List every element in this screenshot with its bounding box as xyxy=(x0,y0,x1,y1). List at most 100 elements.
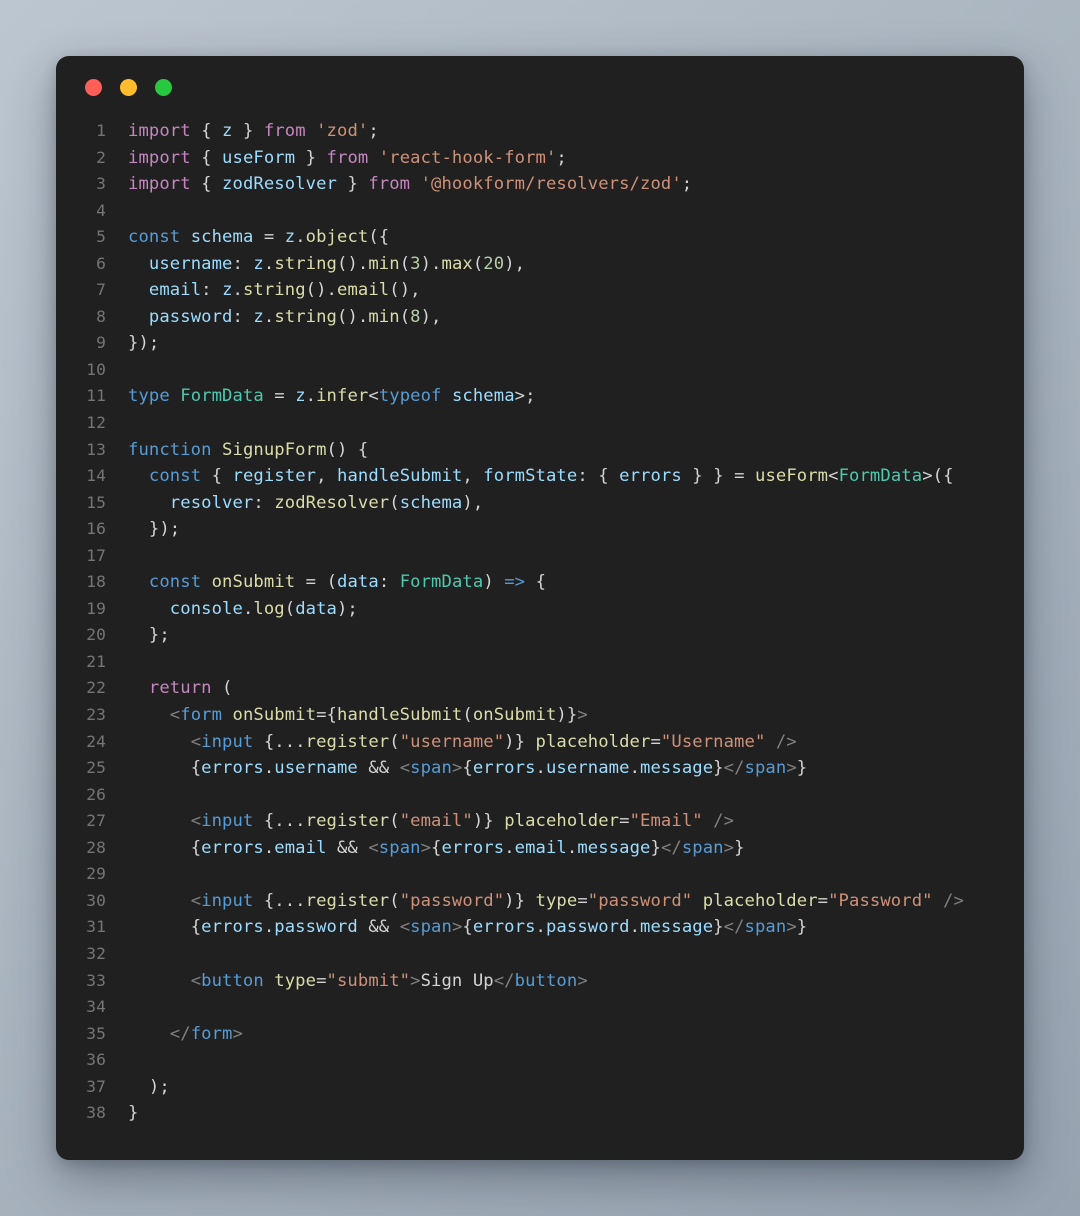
line-content: <input {...register("username")} placeho… xyxy=(128,729,797,756)
code-line: 28 {errors.email && <span>{errors.email.… xyxy=(56,835,1024,862)
code-line: 5 const schema = z.object({ xyxy=(56,224,1024,251)
code-token: z xyxy=(295,386,306,407)
code-token: : xyxy=(577,466,599,487)
code-line: 37 ); xyxy=(56,1074,1024,1101)
code-token: = xyxy=(817,890,829,911)
close-window-button[interactable] xyxy=(85,78,102,96)
line-number: 30 xyxy=(86,890,106,910)
code-token: </ xyxy=(169,1023,191,1044)
code-line: 25 {errors.username && <span>{errors.use… xyxy=(56,755,1024,782)
code-token: { xyxy=(190,758,202,779)
code-token: zodResolver xyxy=(222,174,337,195)
code-token: } xyxy=(128,1103,139,1124)
line-number: 36 xyxy=(86,1050,106,1070)
line-content: {errors.email && <span>{errors.email.mes… xyxy=(128,835,745,862)
code-token: . xyxy=(535,758,546,779)
code-token: z xyxy=(284,227,296,248)
code-token: { xyxy=(201,121,212,141)
code-token: onSubmit xyxy=(472,705,557,726)
line-number: 15 xyxy=(86,492,106,512)
code-token: handleSubmit xyxy=(337,705,463,726)
code-token: FormData xyxy=(180,386,264,407)
code-editor[interactable]: 1 import { z } from 'zod'; 2 import { useFo… xyxy=(56,118,1024,1127)
code-line: 6 username: z.string().min(3).max(20), xyxy=(56,251,1024,278)
code-token: . xyxy=(263,837,275,858)
code-token: > xyxy=(786,917,797,938)
code-token: } xyxy=(713,758,724,779)
code-token: typeof xyxy=(378,386,442,407)
code-line: 9}); xyxy=(56,330,1024,357)
code-token: FormData xyxy=(838,466,923,487)
code-token: email xyxy=(148,280,202,301)
code-line: 23 <form onSubmit={handleSubmit(onSubmit… xyxy=(56,702,1024,729)
code-token: import xyxy=(128,121,191,141)
code-token: string xyxy=(274,253,337,274)
code-token: < xyxy=(190,811,202,832)
code-token: return xyxy=(148,678,212,699)
code-token: { xyxy=(598,466,609,487)
line-number: 1 xyxy=(96,121,106,140)
code-token: { xyxy=(326,705,337,726)
code-line: 33 <button type="submit">Sign Up</button… xyxy=(56,968,1024,995)
line-content: email: z.string().email(), xyxy=(128,277,421,304)
minimize-window-button[interactable] xyxy=(120,78,137,96)
line-number: 25 xyxy=(86,758,106,778)
code-token: : xyxy=(232,253,254,274)
code-token: ( xyxy=(389,492,400,513)
line-content: <input {...register("password")} type="p… xyxy=(128,888,964,915)
maximize-window-button[interactable] xyxy=(155,78,172,96)
code-token: } xyxy=(347,174,358,195)
line-content: import { z } from 'zod'; xyxy=(128,118,379,145)
code-token: && xyxy=(368,758,390,779)
code-token: )} xyxy=(504,890,526,911)
code-token: < xyxy=(190,970,202,991)
code-token: . xyxy=(566,837,578,858)
code-token: { xyxy=(462,917,473,938)
code-token: )} xyxy=(504,731,526,752)
code-token: } xyxy=(713,917,724,938)
code-token: . xyxy=(305,386,317,407)
code-line: 21 xyxy=(56,649,1024,676)
code-token: zodResolver xyxy=(274,492,390,513)
code-token: from xyxy=(263,121,306,141)
line-content: return ( xyxy=(128,675,233,702)
code-token: onSubmit xyxy=(232,705,317,726)
code-token: } xyxy=(242,121,254,141)
code-token: = xyxy=(305,572,317,593)
line-content: } xyxy=(128,1100,138,1127)
line-content: {errors.username && <span>{errors.userna… xyxy=(128,755,807,782)
code-token: type xyxy=(274,970,317,991)
code-token: . xyxy=(263,253,275,274)
code-token: . xyxy=(295,227,306,248)
code-token: schema xyxy=(399,492,463,513)
line-number: 9 xyxy=(96,333,106,353)
code-token: const xyxy=(128,227,181,248)
code-line: 36 xyxy=(56,1047,1024,1074)
code-token: object xyxy=(305,227,369,248)
code-token: input xyxy=(201,731,254,752)
code-token: 'zod' xyxy=(316,121,369,141)
code-token: max xyxy=(441,253,473,274)
code-token: errors xyxy=(441,837,505,858)
code-token: console xyxy=(169,598,243,619)
code-token: input xyxy=(201,890,254,911)
code-token: string xyxy=(274,306,337,327)
line-number: 31 xyxy=(86,917,106,937)
